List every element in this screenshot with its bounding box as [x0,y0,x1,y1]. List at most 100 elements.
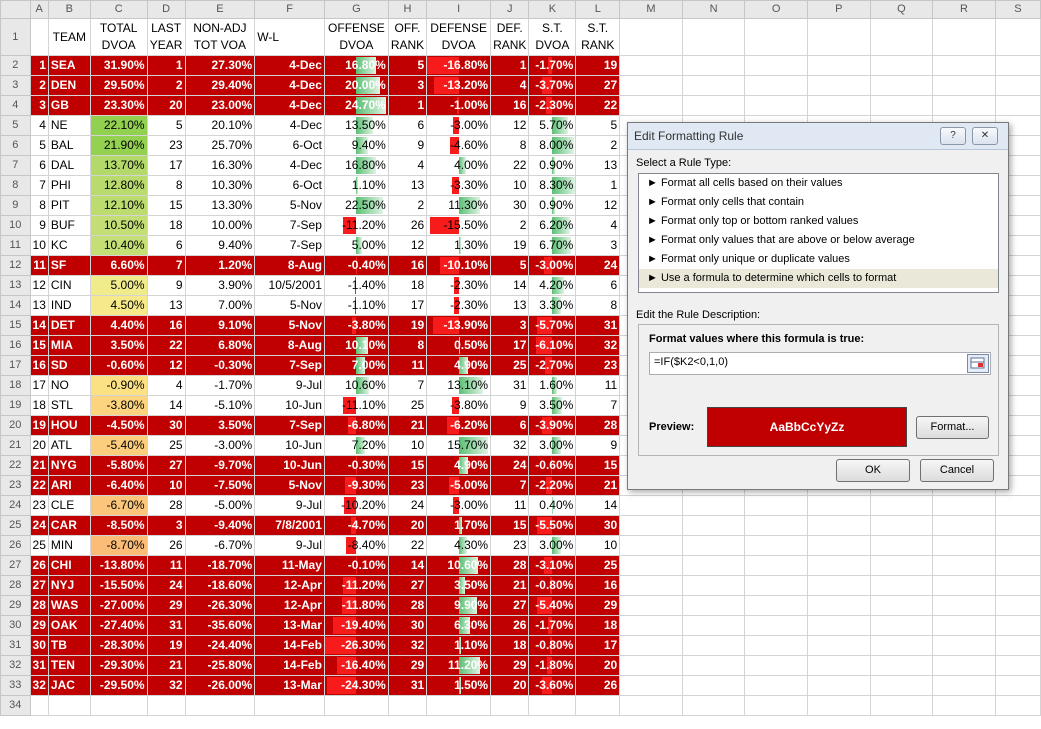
offense-rank-cell[interactable]: 7 [387,375,428,396]
st-dvoa-cell[interactable]: -3.70% [528,75,577,96]
st-dvoa-cell[interactable]: 3.00% [528,435,577,456]
empty-cell[interactable] [619,95,683,116]
empty-cell[interactable] [681,615,746,636]
last-year-cell[interactable]: 31 [146,615,186,636]
team-cell[interactable]: SF [47,255,91,276]
empty-cell[interactable] [681,515,746,536]
offense-dvoa-cell[interactable]: -10.20% [323,495,389,516]
win-loss-cell[interactable]: 8-Aug [254,335,325,356]
empty-cell[interactable] [994,595,1041,616]
offense-dvoa-cell[interactable]: 7.20% [323,435,389,456]
st-rank-cell[interactable]: 24 [575,255,621,276]
st-dvoa-cell[interactable]: -2.30% [528,95,577,116]
non-adj-voa-cell[interactable]: -7.50% [184,475,256,496]
empty-cell[interactable] [807,515,871,536]
non-adj-voa-cell[interactable]: 10.00% [184,215,256,236]
st-dvoa-cell[interactable]: -3.60% [528,675,577,696]
team-cell[interactable]: TEN [47,655,91,676]
offense-rank-cell[interactable]: 11 [387,355,428,376]
row-header[interactable]: 24 [0,495,31,516]
empty-cell[interactable] [869,695,934,716]
empty-cell[interactable] [994,695,1041,716]
empty-cell[interactable] [744,55,808,76]
non-adj-voa-cell[interactable]: -25.80% [184,655,256,676]
non-adj-voa-cell[interactable]: 27.30% [184,55,256,76]
empty-cell[interactable] [681,635,746,656]
row-header[interactable]: 3 [0,75,31,96]
empty-cell[interactable] [619,495,683,516]
team-cell[interactable]: PHI [47,175,91,196]
row-header[interactable]: 7 [0,155,31,176]
total-dvoa-cell[interactable]: -5.40% [89,435,148,456]
offense-rank-cell[interactable]: 4 [387,155,428,176]
empty-cell[interactable] [744,695,808,716]
st-rank-cell[interactable]: 9 [575,435,621,456]
rank-cell[interactable]: 23 [29,495,49,516]
offense-dvoa-cell[interactable]: -3.80% [323,315,389,336]
rank-cell[interactable]: 10 [29,235,49,256]
defense-dvoa-cell[interactable]: 3.50% [426,575,492,596]
defense-dvoa-cell[interactable]: 9.90% [426,595,492,616]
total-dvoa-cell[interactable]: 21.90% [89,135,148,156]
total-dvoa-cell[interactable]: -29.50% [89,675,148,696]
defense-dvoa-cell[interactable]: 4.00% [426,155,492,176]
st-rank-cell[interactable]: 2 [575,135,621,156]
win-loss-cell[interactable]: 4-Dec [254,75,325,96]
row-header[interactable]: 30 [0,615,31,636]
empty-cell[interactable] [932,75,996,96]
win-loss-cell[interactable]: 14-Feb [254,655,325,676]
rank-cell[interactable]: 7 [29,175,49,196]
empty-cell[interactable] [932,95,996,116]
empty-cell[interactable] [994,18,1041,56]
st-dvoa-cell[interactable]: -3.10% [528,555,577,576]
offense-rank-cell[interactable]: 20 [387,515,428,536]
win-loss-cell[interactable]: 5-Nov [254,295,325,316]
st-rank-cell[interactable]: 18 [575,615,621,636]
rank-cell[interactable]: 20 [29,435,49,456]
defense-rank-cell[interactable]: 29 [490,655,530,676]
defense-dvoa-cell[interactable]: -5.00% [426,475,492,496]
empty-cell[interactable] [681,575,746,596]
non-adj-voa-cell[interactable]: 3.90% [184,275,256,296]
last-year-cell[interactable]: 2 [146,75,186,96]
win-loss-cell[interactable]: 12-Apr [254,575,325,596]
empty-cell[interactable] [681,675,746,696]
empty-cell[interactable] [807,575,871,596]
last-year-cell[interactable]: 15 [146,195,186,216]
empty-cell[interactable] [619,55,683,76]
empty-cell[interactable] [932,615,996,636]
team-cell[interactable]: NYJ [47,575,91,596]
last-year-cell[interactable]: 26 [146,535,186,556]
header-cell[interactable]: W-L [254,18,325,56]
st-rank-cell[interactable]: 22 [575,95,621,116]
rank-cell[interactable]: 18 [29,395,49,416]
st-dvoa-cell[interactable]: -3.90% [528,415,577,436]
row-header[interactable]: 28 [0,575,31,596]
st-dvoa-cell[interactable]: -3.00% [528,255,577,276]
st-rank-cell[interactable]: 27 [575,75,621,96]
st-rank-cell[interactable]: 31 [575,315,621,336]
win-loss-cell[interactable]: 13-Mar [254,615,325,636]
defense-rank-cell[interactable]: 9 [490,395,530,416]
column-header-q[interactable]: Q [869,0,934,19]
row-header[interactable]: 19 [0,395,31,416]
win-loss-cell[interactable]: 9-Jul [254,535,325,556]
st-rank-cell[interactable]: 14 [575,495,621,516]
rank-cell[interactable]: 28 [29,595,49,616]
empty-cell[interactable] [254,695,325,716]
offense-rank-cell[interactable]: 28 [387,595,428,616]
column-header-c[interactable]: C [89,0,148,19]
win-loss-cell[interactable]: 6-Oct [254,175,325,196]
offense-rank-cell[interactable]: 10 [387,435,428,456]
rank-cell[interactable]: 6 [29,155,49,176]
offense-rank-cell[interactable]: 32 [387,635,428,656]
total-dvoa-cell[interactable]: -8.70% [89,535,148,556]
defense-dvoa-cell[interactable]: 13.10% [426,375,492,396]
empty-cell[interactable] [869,675,934,696]
total-dvoa-cell[interactable]: 13.70% [89,155,148,176]
st-rank-cell[interactable]: 15 [575,455,621,476]
team-cell[interactable]: DEN [47,75,91,96]
st-dvoa-cell[interactable]: 5.70% [528,115,577,136]
non-adj-voa-cell[interactable]: 7.00% [184,295,256,316]
offense-rank-cell[interactable]: 24 [387,495,428,516]
